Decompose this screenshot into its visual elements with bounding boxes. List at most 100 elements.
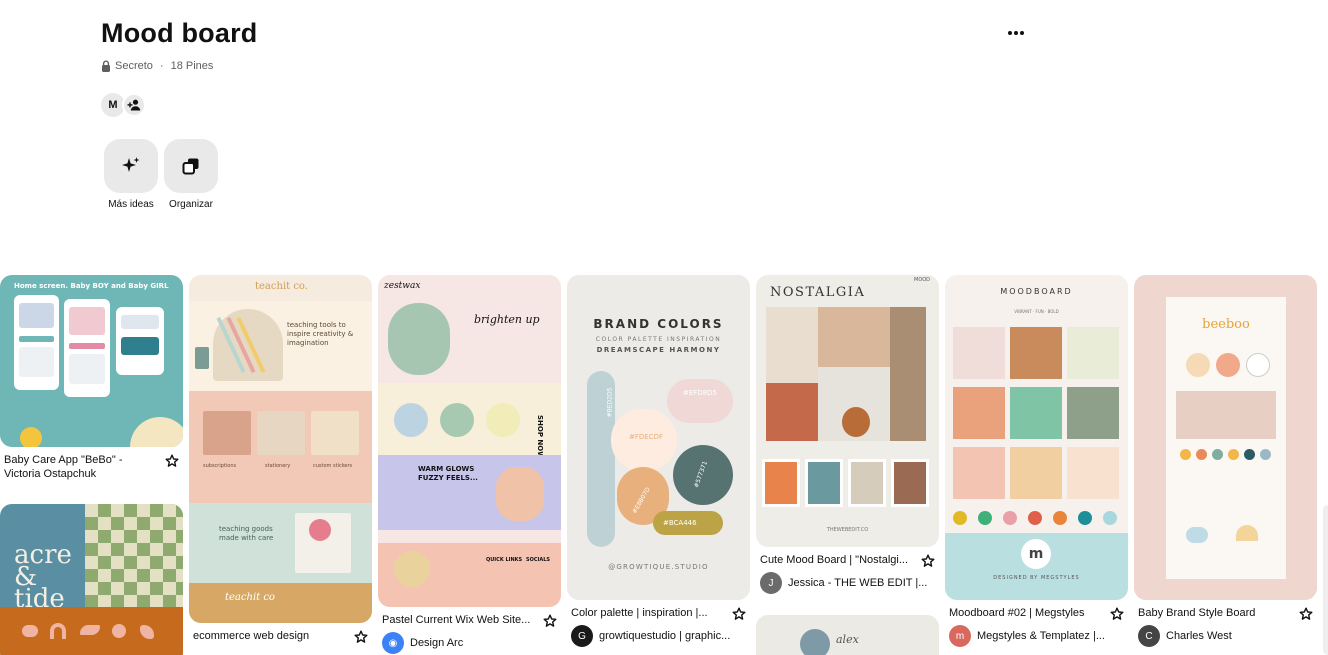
pin-art-footer: DESIGNED BY MEGSTYLES [993, 575, 1080, 581]
pin-card[interactable]: NOSTALGIA MOOD THEWEBEDIT.CO Cute Mood B… [756, 275, 939, 594]
pin-title[interactable]: ecommerce web design [193, 629, 309, 643]
author-name: Jessica - THE WEB EDIT |... [788, 577, 928, 589]
phone-mockup [116, 307, 164, 375]
color-band [0, 607, 183, 655]
pin-author[interactable]: C Charles West [1134, 621, 1317, 647]
organize-icon [182, 158, 199, 175]
color-dot [1028, 511, 1042, 525]
pin-art-logo: teachit co [225, 592, 275, 603]
pin-art-headline: brighten up [474, 313, 540, 326]
pin-image[interactable]: alex [756, 615, 939, 655]
color-dot [1103, 511, 1117, 525]
author-name: Megstyles & Templatez |... [977, 630, 1105, 642]
star-icon[interactable] [732, 607, 746, 621]
photo-collage [766, 307, 926, 441]
pin-image[interactable]: acre & tide [0, 504, 183, 655]
pin-image[interactable]: zestwax brighten up SHOP NOW WARM GLOWS … [378, 275, 561, 607]
pin-title[interactable]: Baby Care App "BeBo" - Victoria Ostapchu… [4, 453, 154, 481]
pin-author[interactable]: ◉ Design Arc [378, 628, 561, 654]
pin-card[interactable]: MOODBOARD VIBRANT · FUN · BOLD m DESIGNE… [945, 275, 1128, 647]
pin-card[interactable]: Home screen. Baby BOY and Baby GIRL Baby… [0, 275, 183, 481]
collage-tile [1067, 387, 1119, 439]
pin-image[interactable]: MOODBOARD VIBRANT · FUN · BOLD m DESIGNE… [945, 275, 1128, 600]
pin-art-footer: THEWEBEDIT.CO [826, 527, 869, 533]
author-avatar: m [949, 625, 971, 647]
collage-tile [1010, 327, 1062, 379]
board-title: Mood board [101, 18, 258, 48]
shop-now-label: SHOP NOW [536, 415, 544, 459]
pin-card[interactable]: BRAND COLORS COLOR PALETTE INSPIRATION D… [567, 275, 750, 647]
pin-art-tagline: WARM GLOWS FUZZY FEELS... [418, 465, 478, 482]
pin-art-label: subscriptions [203, 463, 237, 469]
pin-card[interactable]: teachit co. teaching tools to inspire cr… [189, 275, 372, 644]
swatch-hex: #BCA446 [663, 519, 697, 527]
collage-tile [1010, 447, 1062, 499]
pin-card-partial[interactable] [1323, 505, 1328, 655]
add-collaborator-button[interactable] [122, 93, 146, 117]
pin-card[interactable]: zestwax brighten up SHOP NOW WARM GLOWS … [378, 275, 561, 654]
pin-art-brand: teachit co. [255, 281, 308, 292]
section-purple: WARM GLOWS FUZZY FEELS... [378, 455, 561, 530]
section-footer: QUICK LINKS SOCIALS [378, 543, 561, 607]
pin-image[interactable]: NOSTALGIA MOOD THEWEBEDIT.CO [756, 275, 939, 547]
pin-image[interactable]: BRAND COLORS COLOR PALETTE INSPIRATION D… [567, 275, 750, 600]
star-icon[interactable] [921, 554, 935, 568]
color-dot [978, 511, 992, 525]
pin-author[interactable]: G growtiquestudio | graphic... [567, 621, 750, 647]
pin-caption: Moodboard #02 | Megstyles [945, 600, 1128, 621]
section-candles [378, 383, 561, 455]
pin-art-label: custom stickers [313, 463, 353, 469]
star-icon[interactable] [1110, 607, 1124, 621]
collaborators: M [101, 93, 146, 117]
pin-art-label: QUICK LINKS [486, 557, 523, 563]
pin-image[interactable]: teachit co. teaching tools to inspire cr… [189, 275, 372, 623]
pin-art-brand: acre & tide [14, 540, 72, 614]
color-dot [953, 511, 967, 525]
pin-card[interactable]: alex [756, 615, 939, 655]
pin-author[interactable]: J Jessica - THE WEB EDIT |... [756, 568, 939, 594]
pin-art-seal: m [1021, 539, 1051, 569]
organize-button[interactable] [164, 139, 218, 193]
pin-author[interactable]: m Megstyles & Templatez |... [945, 621, 1128, 647]
star-icon[interactable] [543, 614, 557, 628]
pin-caption: Pastel Current Wix Web Site... [378, 607, 561, 628]
decorative-shape [800, 629, 830, 655]
footer-band: m DESIGNED BY MEGSTYLES [945, 533, 1128, 600]
pin-title[interactable]: Moodboard #02 | Megstyles [949, 606, 1085, 620]
ellipsis-icon[interactable] [1004, 24, 1028, 42]
pin-art-heading: MOODBOARD [1000, 287, 1073, 296]
more-ideas-button[interactable] [104, 139, 158, 193]
pin-art-label: stationery [265, 463, 291, 469]
pin-art-sub: COLOR PALETTE INSPIRATION [595, 336, 722, 343]
star-icon[interactable] [165, 454, 179, 468]
swatch [848, 459, 886, 507]
author-name: Charles West [1166, 630, 1232, 642]
pin-image[interactable]: Home screen. Baby BOY and Baby GIRL [0, 275, 183, 447]
author-name: Design Arc [410, 637, 464, 649]
pin-title[interactable]: Color palette | inspiration |... [571, 606, 708, 620]
star-icon[interactable] [1299, 607, 1313, 621]
section-pink: subscriptions stationery custom stickers [189, 391, 372, 503]
decorative-shape [20, 427, 42, 447]
board-meta: Secreto · 18 Pines [101, 60, 213, 72]
star-icon[interactable] [354, 630, 368, 644]
section-green: teaching goods made with care [189, 503, 372, 583]
collage-tile [953, 447, 1005, 499]
pin-card[interactable]: acre & tide [0, 504, 183, 655]
pin-title[interactable]: Cute Mood Board | "Nostalgi... [760, 553, 908, 567]
pin-card[interactable]: beeboo Baby Brand Style Board C Charles … [1134, 275, 1317, 647]
pin-caption: Baby Brand Style Board [1134, 600, 1317, 621]
swatch-hex: #FDECDF [629, 433, 664, 441]
collage-tile [953, 327, 1005, 379]
pin-title[interactable]: Pastel Current Wix Web Site... [382, 613, 530, 627]
swatch [891, 459, 929, 507]
color-dot [1053, 511, 1067, 525]
pin-title[interactable]: Baby Brand Style Board [1138, 606, 1255, 620]
pin-art-heading: NOSTALGIA [770, 285, 866, 300]
collage-tile [953, 387, 1005, 439]
pin-image[interactable]: beeboo [1134, 275, 1317, 600]
organize-action: Organizar [164, 139, 218, 210]
author-avatar: C [1138, 625, 1160, 647]
checker-pattern [85, 504, 183, 607]
pin-art-heading: BRAND COLORS [593, 317, 724, 331]
